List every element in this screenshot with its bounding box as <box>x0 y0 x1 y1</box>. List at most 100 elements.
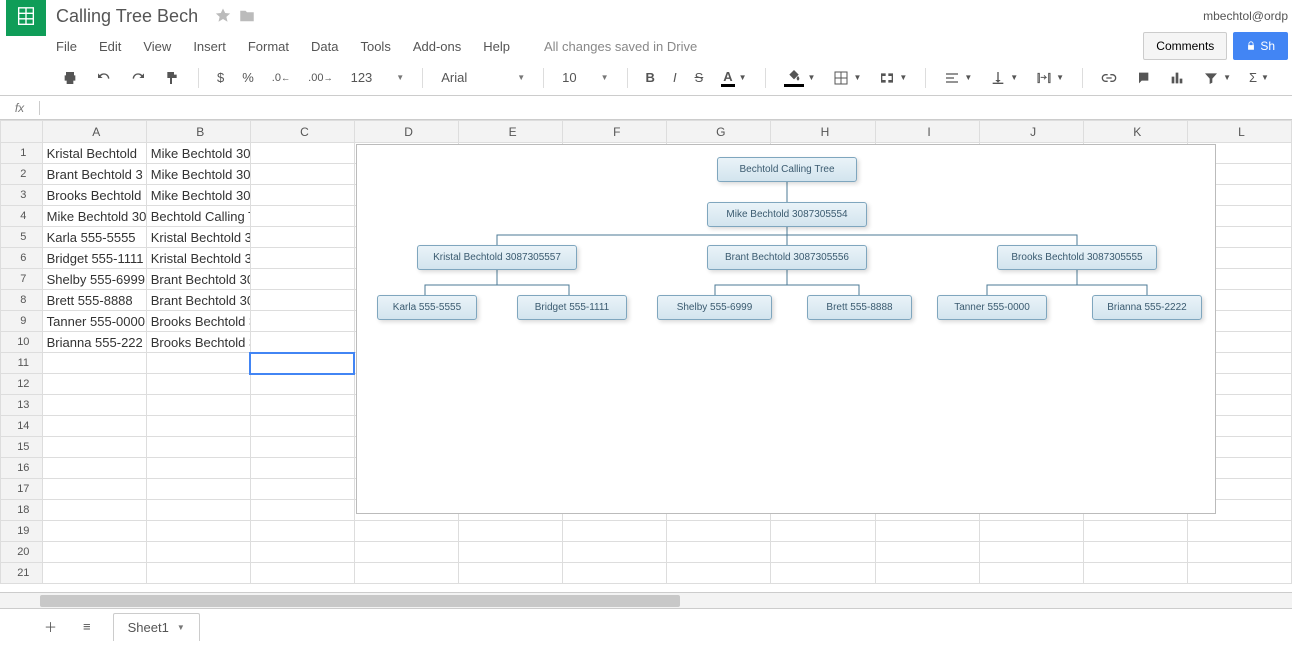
cell-C20[interactable] <box>250 542 354 563</box>
cell-A14[interactable] <box>42 416 146 437</box>
cell-C10[interactable] <box>250 332 354 353</box>
font-family-select[interactable]: Arial▼ <box>435 68 531 87</box>
cell-C15[interactable] <box>250 437 354 458</box>
cell-I19[interactable] <box>875 521 979 542</box>
strikethrough-button[interactable]: S <box>689 66 710 89</box>
cell-B15[interactable] <box>146 437 250 458</box>
cell-C17[interactable] <box>250 479 354 500</box>
cell-A13[interactable] <box>42 395 146 416</box>
cell-B8[interactable]: Brant Bechtold 3087305556 <box>146 290 250 311</box>
cell-C7[interactable] <box>250 269 354 290</box>
star-icon[interactable] <box>214 7 232 25</box>
row-header[interactable]: 21 <box>1 563 43 584</box>
cell-B19[interactable] <box>146 521 250 542</box>
horizontal-align-button[interactable]: ▼ <box>938 66 978 90</box>
cell-G20[interactable] <box>667 542 771 563</box>
cell-C2[interactable] <box>250 164 354 185</box>
col-header-A[interactable]: A <box>42 121 146 143</box>
cell-C21[interactable] <box>250 563 354 584</box>
cell-B5[interactable]: Kristal Bechtold 3087305557 <box>146 227 250 248</box>
format-currency[interactable]: $ <box>211 66 230 89</box>
menu-tools[interactable]: Tools <box>360 39 390 54</box>
col-header-D[interactable]: D <box>354 121 458 143</box>
undo-icon[interactable] <box>90 66 118 90</box>
cell-C13[interactable] <box>250 395 354 416</box>
cell-B4[interactable]: Bechtold Calling Tree <box>146 206 250 227</box>
cell-H19[interactable] <box>771 521 875 542</box>
cell-D20[interactable] <box>354 542 458 563</box>
col-header-C[interactable]: C <box>250 121 354 143</box>
account-label[interactable]: mbechtol@ordp <box>1203 9 1292 23</box>
cell-I20[interactable] <box>875 542 979 563</box>
cell-A7[interactable]: Shelby 555-6999 <box>42 269 146 290</box>
format-percent[interactable]: % <box>236 66 260 89</box>
cell-A4[interactable]: Mike Bechtold 30 <box>42 206 146 227</box>
menu-edit[interactable]: Edit <box>99 39 121 54</box>
menu-addons[interactable]: Add-ons <box>413 39 461 54</box>
cell-B16[interactable] <box>146 458 250 479</box>
cell-B13[interactable] <box>146 395 250 416</box>
cell-G19[interactable] <box>667 521 771 542</box>
cell-E20[interactable] <box>459 542 563 563</box>
cell-B3[interactable]: Mike Bechtold 3087305554 <box>146 185 250 206</box>
cell-I21[interactable] <box>875 563 979 584</box>
row-header[interactable]: 20 <box>1 542 43 563</box>
scrollbar-thumb[interactable] <box>40 595 680 607</box>
insert-link-icon[interactable] <box>1095 66 1123 90</box>
font-size-select[interactable]: 10▼ <box>556 68 614 87</box>
cell-C16[interactable] <box>250 458 354 479</box>
text-color-button[interactable]: A▼ <box>715 65 752 91</box>
cell-C11[interactable] <box>250 353 354 374</box>
cell-K21[interactable] <box>1083 563 1187 584</box>
cell-D19[interactable] <box>354 521 458 542</box>
col-header-B[interactable]: B <box>146 121 250 143</box>
comments-button[interactable]: Comments <box>1143 32 1227 60</box>
cell-B18[interactable] <box>146 500 250 521</box>
cell-B20[interactable] <box>146 542 250 563</box>
cell-A20[interactable] <box>42 542 146 563</box>
cell-H21[interactable] <box>771 563 875 584</box>
menu-file[interactable]: File <box>56 39 77 54</box>
cell-A15[interactable] <box>42 437 146 458</box>
cell-B14[interactable] <box>146 416 250 437</box>
fill-color-button[interactable]: ▼ <box>778 64 822 92</box>
horizontal-scrollbar[interactable] <box>0 592 1292 608</box>
cell-A6[interactable]: Bridget 555-1111 <box>42 248 146 269</box>
filter-icon[interactable]: ▼ <box>1197 66 1237 90</box>
redo-icon[interactable] <box>124 66 152 90</box>
row-header[interactable]: 17 <box>1 479 43 500</box>
merge-cells-button[interactable]: ▼ <box>873 66 913 90</box>
row-header[interactable]: 10 <box>1 332 43 353</box>
cell-A11[interactable] <box>42 353 146 374</box>
cell-C12[interactable] <box>250 374 354 395</box>
spreadsheet-grid[interactable]: A B C D E F G H I J K L 1Kristal Bechtol… <box>0 120 1292 592</box>
row-header[interactable]: 8 <box>1 290 43 311</box>
menu-view[interactable]: View <box>143 39 171 54</box>
cell-B12[interactable] <box>146 374 250 395</box>
row-header[interactable]: 16 <box>1 458 43 479</box>
paint-format-icon[interactable] <box>158 66 186 90</box>
cell-A3[interactable]: Brooks Bechtold <box>42 185 146 206</box>
col-header-H[interactable]: H <box>771 121 875 143</box>
cell-C14[interactable] <box>250 416 354 437</box>
document-title[interactable]: Calling Tree Bech <box>56 6 198 27</box>
cell-L21[interactable] <box>1187 563 1291 584</box>
cell-L20[interactable] <box>1187 542 1291 563</box>
increase-decimal[interactable]: .00→ <box>302 68 338 88</box>
cell-D21[interactable] <box>354 563 458 584</box>
cell-A18[interactable] <box>42 500 146 521</box>
share-button[interactable]: Sh <box>1233 32 1288 60</box>
bold-button[interactable]: B <box>640 66 661 89</box>
cell-A9[interactable]: Tanner 555-0000 <box>42 311 146 332</box>
row-header[interactable]: 9 <box>1 311 43 332</box>
cell-A10[interactable]: Brianna 555-222 <box>42 332 146 353</box>
row-header[interactable]: 6 <box>1 248 43 269</box>
menu-format[interactable]: Format <box>248 39 289 54</box>
cell-K20[interactable] <box>1083 542 1187 563</box>
cell-A16[interactable] <box>42 458 146 479</box>
cell-B17[interactable] <box>146 479 250 500</box>
org-chart[interactable]: Bechtold Calling Tree Mike Bechtold 3087… <box>356 144 1216 514</box>
cell-B10[interactable]: Brooks Bechtold 3087305555 <box>146 332 250 353</box>
cell-C1[interactable] <box>250 143 354 164</box>
cell-C8[interactable] <box>250 290 354 311</box>
